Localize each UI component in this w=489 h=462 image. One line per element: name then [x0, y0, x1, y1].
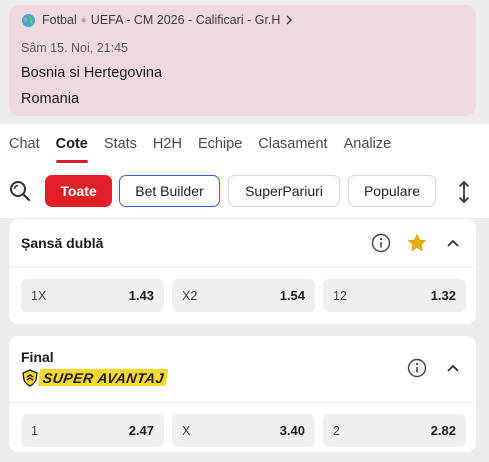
odd-value: 2.47 [128, 423, 154, 438]
search-icon[interactable] [8, 179, 32, 203]
odd-button[interactable]: 12 1.32 [323, 279, 466, 312]
odd-value: 1.32 [430, 288, 456, 303]
tab-echipe[interactable]: Echipe [198, 124, 242, 164]
market-final: Final SUPER AVANTAJ 1 2.47 X 3.40 2 2.82 [9, 336, 476, 452]
odd-button[interactable]: X2 1.54 [172, 279, 315, 312]
market-title: Final [21, 349, 54, 365]
tab-analize[interactable]: Analize [344, 124, 392, 164]
tab-h2h[interactable]: H2H [153, 124, 182, 164]
separator-dot: ● [80, 14, 87, 26]
odd-label: 12 [333, 288, 347, 303]
filter-bet-builder[interactable]: Bet Builder [119, 175, 220, 207]
odd-label: X [182, 423, 191, 438]
home-team: Bosnia si Hertegovina [21, 65, 163, 81]
sport-label: Fotbal [42, 13, 77, 27]
match-tabs: Chat Cote Stats H2H Echipe Clasament Ana… [0, 124, 489, 164]
match-datetime: Sâm 15. Noi, 21:45 [21, 41, 129, 55]
odd-label: 1 [31, 423, 38, 438]
tab-stats[interactable]: Stats [104, 124, 137, 164]
star-icon[interactable] [406, 232, 428, 254]
filter-populare[interactable]: Populare [348, 175, 436, 207]
tab-chat[interactable]: Chat [9, 124, 40, 164]
competition-label: UEFA - CM 2026 - Calificari - Gr.H [90, 13, 281, 27]
odd-button[interactable]: X 3.40 [172, 414, 315, 447]
tab-cote[interactable]: Cote [55, 124, 89, 164]
odd-button[interactable]: 2 2.82 [323, 414, 466, 447]
divider [9, 267, 476, 268]
match-card[interactable]: Fotbal ● UEFA - CM 2026 - Calificari - G… [9, 5, 476, 116]
match-breadcrumb[interactable]: Fotbal ● UEFA - CM 2026 - Calificari - G… [21, 11, 293, 29]
away-team: Romania [21, 91, 80, 107]
globe-icon [21, 13, 36, 28]
odd-label: 1X [31, 288, 47, 303]
chevron-right-icon [285, 15, 293, 25]
shield-icon [22, 368, 38, 387]
odd-label: 2 [333, 423, 340, 438]
super-avantaj-badge: SUPER AVANTAJ [21, 368, 169, 387]
market-title: Șansă dublă [21, 235, 104, 251]
odd-value: 3.40 [279, 423, 305, 438]
chevron-up-icon[interactable] [442, 232, 464, 254]
odd-button[interactable]: 1 2.47 [21, 414, 164, 447]
filter-toate[interactable]: Toate [45, 175, 112, 207]
odd-value: 1.43 [128, 288, 154, 303]
market-double-chance: Șansă dublă 1X 1.43 X2 1.54 12 1.32 [9, 219, 476, 324]
odd-value: 2.82 [430, 423, 456, 438]
info-icon[interactable] [406, 357, 428, 379]
filter-bar: Toate Bet Builder SuperPariuri Populare [0, 164, 489, 218]
divider [9, 402, 476, 403]
odd-label: X2 [182, 288, 198, 303]
filter-super-pariuri[interactable]: SuperPariuri [228, 175, 340, 207]
tab-clasament[interactable]: Clasament [258, 124, 327, 164]
chevron-up-icon[interactable] [442, 357, 464, 379]
odds-row: 1 2.47 X 3.40 2 2.82 [21, 414, 466, 447]
super-avantaj-label: SUPER AVANTAJ [37, 369, 169, 386]
odds-row: 1X 1.43 X2 1.54 12 1.32 [21, 279, 466, 312]
odd-button[interactable]: 1X 1.43 [21, 279, 164, 312]
sort-icon[interactable] [453, 179, 475, 205]
info-icon[interactable] [370, 232, 392, 254]
odd-value: 1.54 [279, 288, 305, 303]
